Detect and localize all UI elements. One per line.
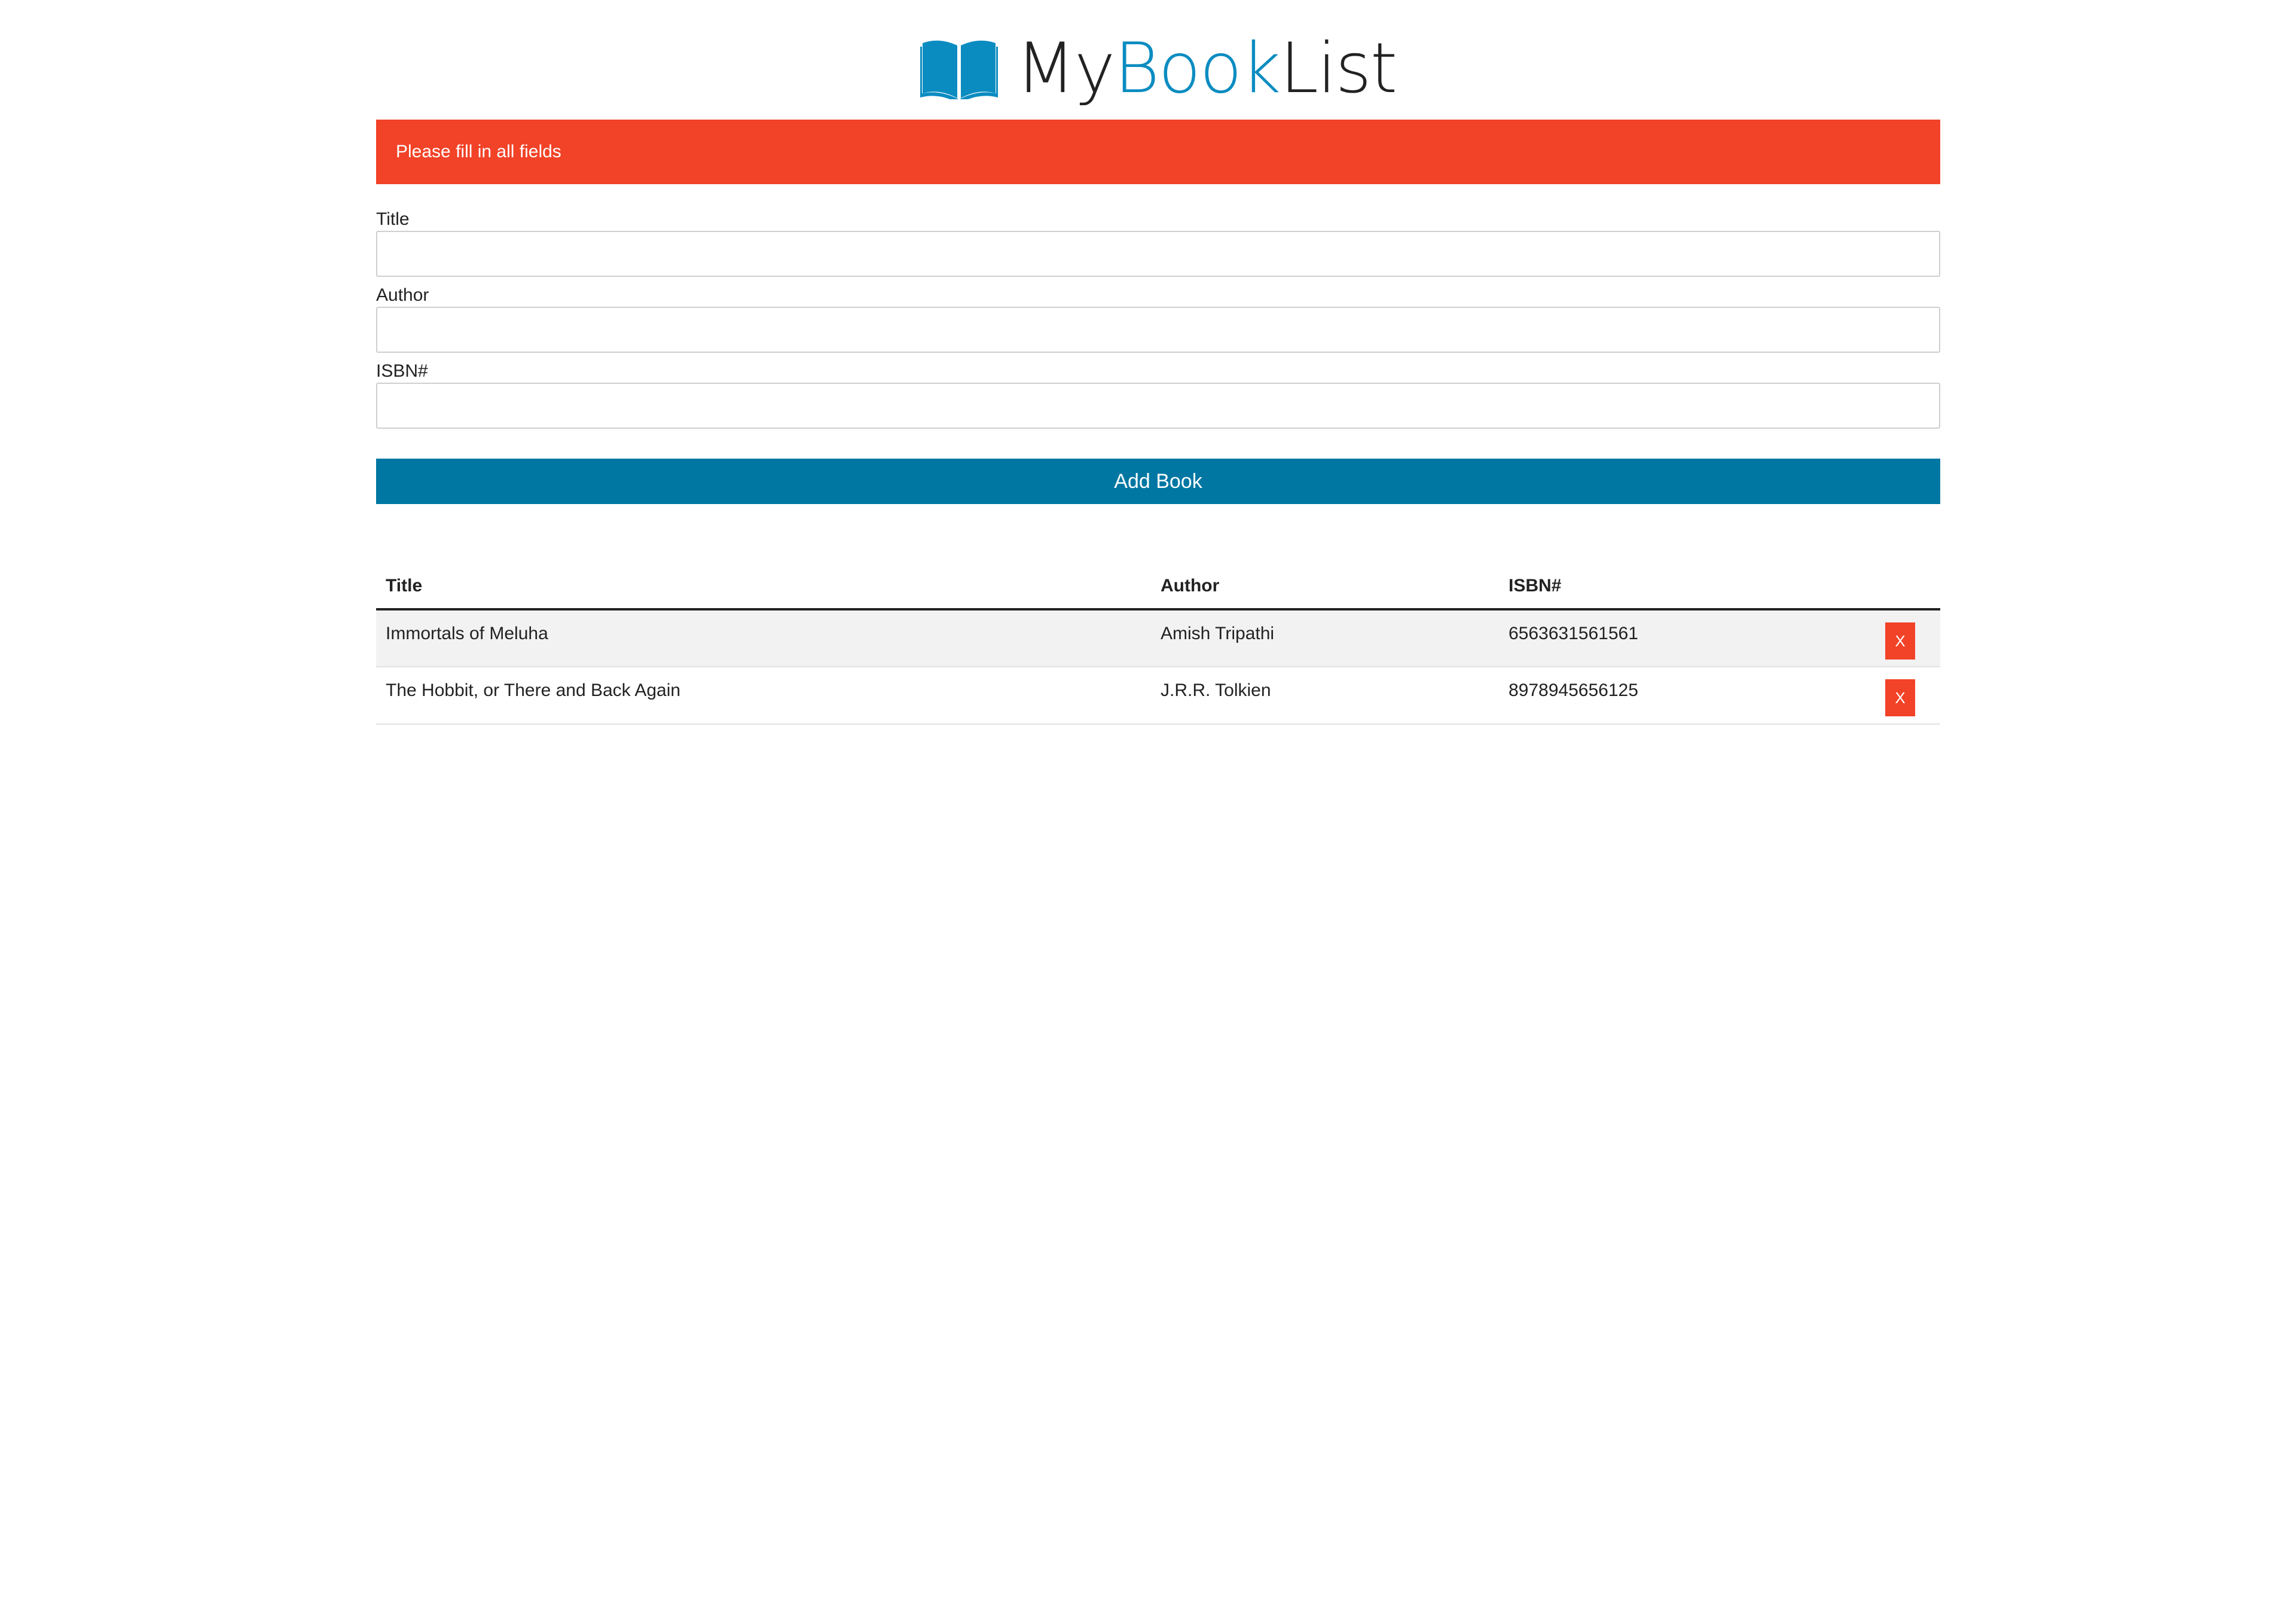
author-label: Author [376, 285, 429, 305]
delete-book-button[interactable]: X [1885, 679, 1915, 716]
book-title-cell: The Hobbit, or There and Back Again [376, 667, 1151, 725]
title-label: Title [376, 209, 410, 229]
brand-part-list: List [1280, 28, 1398, 109]
brand-name: MyBookList [1016, 34, 1398, 103]
header: MyBookList [376, 0, 1940, 120]
isbn-input[interactable] [376, 383, 1940, 429]
book-title-cell: Immortals of Meluha [376, 609, 1151, 667]
column-header-author: Author [1151, 564, 1499, 610]
open-book-icon [920, 38, 998, 99]
book-author-cell: Amish Tripathi [1151, 609, 1499, 667]
book-form: Title Author ISBN# Add Book [376, 208, 1940, 504]
book-isbn-cell: 6563631561561 [1499, 609, 1876, 667]
book-isbn-cell: 8978945656125 [1499, 667, 1876, 725]
book-table: Title Author ISBN# Immortals of Meluha A… [376, 564, 1940, 725]
actions-cell: X [1876, 667, 1940, 725]
table-row: Immortals of Meluha Amish Tripathi 65636… [376, 609, 1940, 667]
error-alert: Please fill in all fields [376, 120, 1940, 184]
isbn-label: ISBN# [376, 361, 428, 381]
app-container: MyBookList Please fill in all fields Tit… [376, 0, 1940, 725]
table-row: The Hobbit, or There and Back Again J.R.… [376, 667, 1940, 725]
table-header: Title Author ISBN# [376, 564, 1940, 610]
title-input[interactable] [376, 231, 1940, 277]
alert-message: Please fill in all fields [396, 142, 561, 161]
actions-cell: X [1876, 609, 1940, 667]
add-book-button[interactable]: Add Book [376, 459, 1940, 504]
column-header-actions [1876, 564, 1940, 610]
book-author-cell: J.R.R. Tolkien [1151, 667, 1499, 725]
brand-part-my: My [1015, 28, 1116, 109]
logo: MyBookList [920, 34, 1397, 103]
column-header-isbn: ISBN# [1499, 564, 1876, 610]
brand-part-book: Book [1114, 28, 1281, 109]
delete-book-button[interactable]: X [1885, 622, 1915, 660]
author-input[interactable] [376, 307, 1940, 353]
book-list: Immortals of Meluha Amish Tripathi 65636… [376, 609, 1940, 725]
column-header-title: Title [376, 564, 1151, 610]
